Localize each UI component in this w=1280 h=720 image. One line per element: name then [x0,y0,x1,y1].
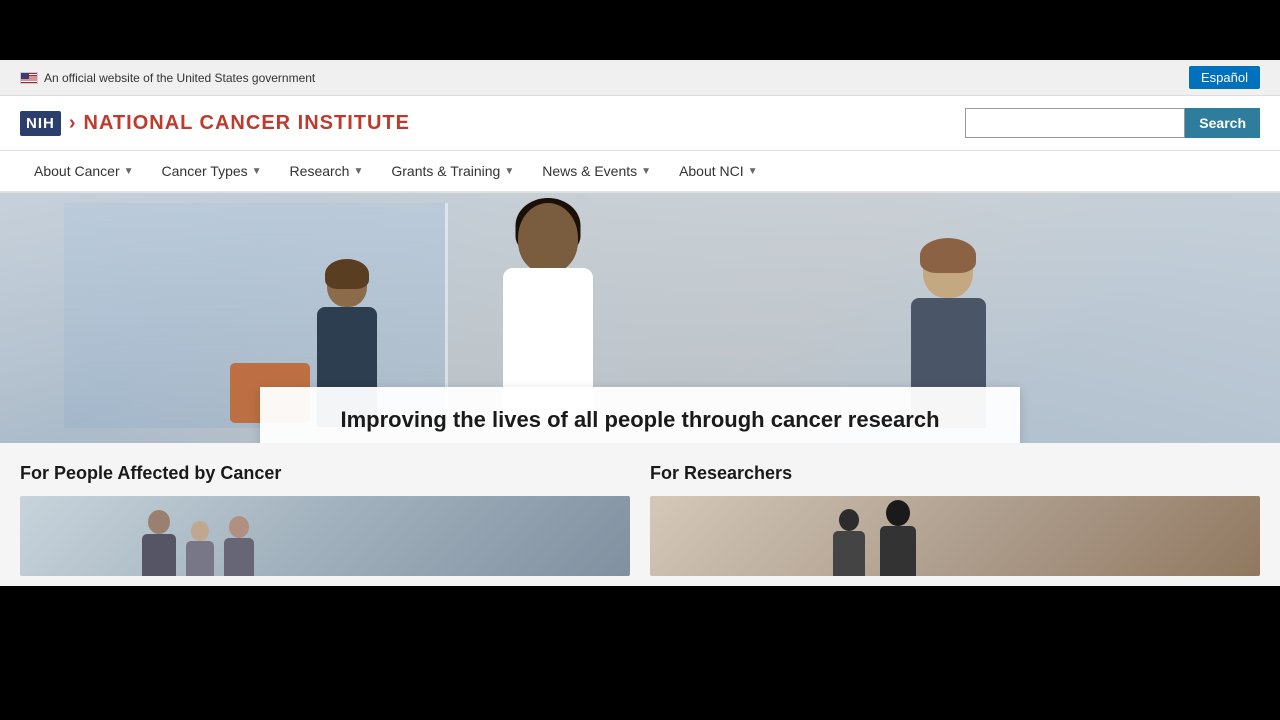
top-black-bar [0,0,1280,60]
person-silhouette-1 [142,510,176,576]
nav-item-cancer-types[interactable]: Cancer Types ▼ [148,151,276,191]
hero-tagline: Improving the lives of all people throug… [300,407,980,433]
card-researchers-image [650,496,1260,576]
person-silhouette-3 [224,516,254,576]
main-wrapper: An official website of the United States… [0,60,1280,586]
bottom-black-bar [0,586,1280,646]
gov-banner-left: An official website of the United States… [20,71,315,85]
search-area: Search [965,108,1260,138]
card-people-image [20,496,630,576]
site-header: NIH › NATIONAL CANCER INSTITUTE Search [0,96,1280,151]
cards-section: For People Affected by Cancer [0,443,1280,586]
researcher-silhouette-1 [833,509,865,576]
site-title: NATIONAL CANCER INSTITUTE [84,112,410,135]
chevron-down-icon: ▼ [124,166,134,177]
logo-area[interactable]: NIH › NATIONAL CANCER INSTITUTE [20,111,410,136]
researcher-silhouette-2 [880,500,916,576]
gov-text: An official website of the United States… [44,71,315,85]
nih-badge: NIH [20,111,61,136]
chevron-down-icon: ▼ [353,166,363,177]
nih-arrow-icon: › [69,112,76,135]
chevron-down-icon: ▼ [504,166,514,177]
nav-item-about-nci[interactable]: About NCI ▼ [665,151,772,191]
nav-item-news-events[interactable]: News & Events ▼ [528,151,665,191]
chevron-down-icon: ▼ [641,166,651,177]
card-researchers-heading: For Researchers [650,463,1260,484]
hero-section: Improving the lives of all people throug… [0,193,1280,443]
search-button[interactable]: Search [1185,108,1260,138]
nav-item-grants-training[interactable]: Grants & Training ▼ [377,151,528,191]
chevron-down-icon: ▼ [748,166,758,177]
card-people-heading: For People Affected by Cancer [20,463,630,484]
card-people-bg [20,496,630,576]
nav-item-research[interactable]: Research ▼ [276,151,378,191]
person-silhouette-2 [186,521,214,576]
main-nav: About Cancer ▼ Cancer Types ▼ Research ▼… [0,151,1280,193]
card-researcher-bg [650,496,1260,576]
espanol-button[interactable]: Español [1189,66,1260,89]
gov-banner: An official website of the United States… [0,60,1280,96]
chevron-down-icon: ▼ [252,166,262,177]
hero-overlay: Improving the lives of all people throug… [260,387,1020,443]
search-input[interactable] [965,108,1185,138]
doctor-head [518,203,578,273]
us-flag-icon [20,72,38,84]
card-people-affected: For People Affected by Cancer [20,463,630,576]
nav-item-about-cancer[interactable]: About Cancer ▼ [20,151,148,191]
card-researchers: For Researchers [650,463,1260,576]
